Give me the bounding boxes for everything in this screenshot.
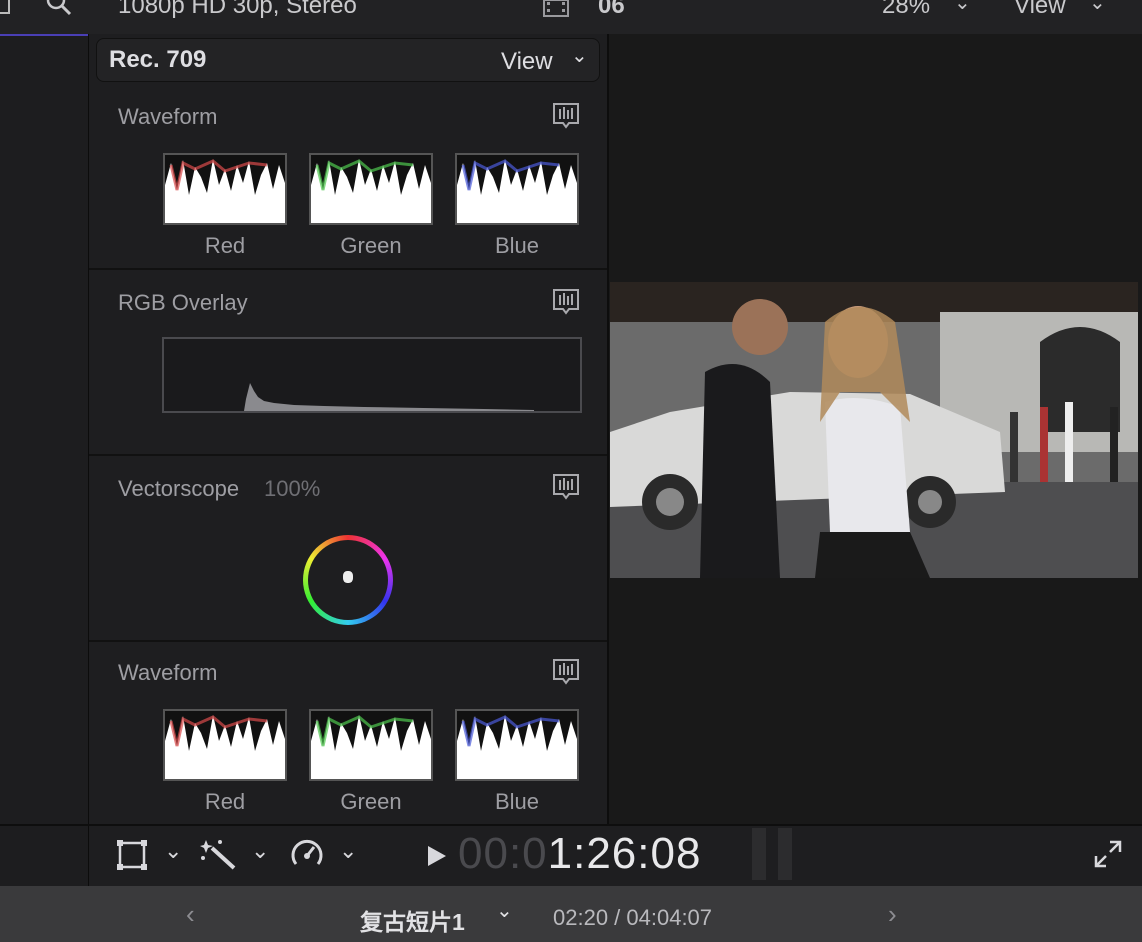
channel-label-green: Green xyxy=(340,233,402,258)
channel-label-blue: Blue xyxy=(494,789,540,814)
chevron-down-icon[interactable]: ⌄ xyxy=(496,898,513,923)
chevron-down-icon[interactable]: ⌄ xyxy=(251,838,269,864)
section-title: RGB Overlay xyxy=(118,290,248,315)
waveform-blue xyxy=(455,153,579,225)
browser-sidebar xyxy=(0,34,89,824)
section-divider xyxy=(89,268,607,270)
viewer-toolbar: 1080p HD 30p, Stereo 06 28% ⌄ View ⌄ xyxy=(0,0,1142,34)
chevron-left-icon[interactable]: ‹ xyxy=(186,899,195,930)
waveform-green xyxy=(309,709,433,781)
waveform-red xyxy=(163,709,287,781)
channel-label-red: Red xyxy=(204,233,246,258)
audio-meter-icon xyxy=(778,828,792,880)
vectorscope-zoom[interactable]: 100% xyxy=(264,476,320,502)
section-divider xyxy=(89,454,607,456)
channel-label-green: Green xyxy=(340,789,402,814)
timecode-display[interactable]: 00:01:26:08 xyxy=(458,829,701,879)
selection-accent xyxy=(0,34,88,36)
section-title: Waveform xyxy=(118,104,218,129)
waveform-red xyxy=(163,153,287,225)
clip-number: 06 xyxy=(598,0,625,19)
section-title: Vectorscope xyxy=(118,476,240,501)
chevron-down-icon[interactable]: ⌄ xyxy=(339,838,357,864)
timecode-value: 1:26:08 xyxy=(547,829,702,878)
controls-sidebar-spacer xyxy=(0,826,89,886)
zoom-dropdown[interactable]: 28% xyxy=(882,0,930,20)
search-icon[interactable] xyxy=(44,0,74,20)
audio-meter-icon xyxy=(752,828,766,880)
channel-label-red: Red xyxy=(204,789,246,814)
chevron-down-icon[interactable]: ⌄ xyxy=(954,0,971,15)
rgb-overlay-histogram xyxy=(162,337,582,413)
scope-settings-icon[interactable] xyxy=(552,102,580,130)
scopes-view-dropdown[interactable]: View xyxy=(501,48,553,76)
project-title[interactable]: 复古短片1 xyxy=(360,903,465,937)
chevron-right-icon[interactable]: › xyxy=(888,899,897,930)
timeline-header: ‹ 复古短片1 ⌄ 02:20 / 04:04:07 › xyxy=(0,886,1142,942)
scopes-header: Rec. 709 View ⌄ xyxy=(96,38,600,82)
view-dropdown[interactable]: View xyxy=(1014,0,1066,20)
waveform-blue xyxy=(455,709,579,781)
transform-icon[interactable] xyxy=(116,839,148,871)
vectorscope xyxy=(303,535,393,625)
chevron-down-icon[interactable]: ⌄ xyxy=(1089,0,1106,15)
chevron-down-icon[interactable]: ⌄ xyxy=(571,43,588,68)
section-title: Waveform xyxy=(118,660,218,685)
section-divider xyxy=(89,640,607,642)
scope-settings-icon[interactable] xyxy=(552,658,580,686)
colorspace-label: Rec. 709 xyxy=(109,46,207,73)
video-frame[interactable] xyxy=(610,282,1138,578)
format-label: 1080p HD 30p, Stereo xyxy=(118,0,357,19)
scope-settings-icon[interactable] xyxy=(552,473,580,501)
library-grid-icon[interactable] xyxy=(0,0,10,14)
fullscreen-icon[interactable] xyxy=(1094,840,1122,868)
channel-label-blue: Blue xyxy=(494,233,540,258)
play-icon[interactable] xyxy=(427,845,447,867)
playhead-position: 02:20 / 04:04:07 xyxy=(553,905,713,930)
magic-wand-icon[interactable] xyxy=(200,838,236,870)
scope-settings-icon[interactable] xyxy=(552,288,580,316)
chevron-down-icon[interactable]: ⌄ xyxy=(164,838,182,864)
waveform-green xyxy=(309,153,433,225)
speed-icon[interactable] xyxy=(290,838,324,870)
timecode-leading: 00:0 xyxy=(458,829,548,878)
film-icon[interactable] xyxy=(543,0,569,18)
